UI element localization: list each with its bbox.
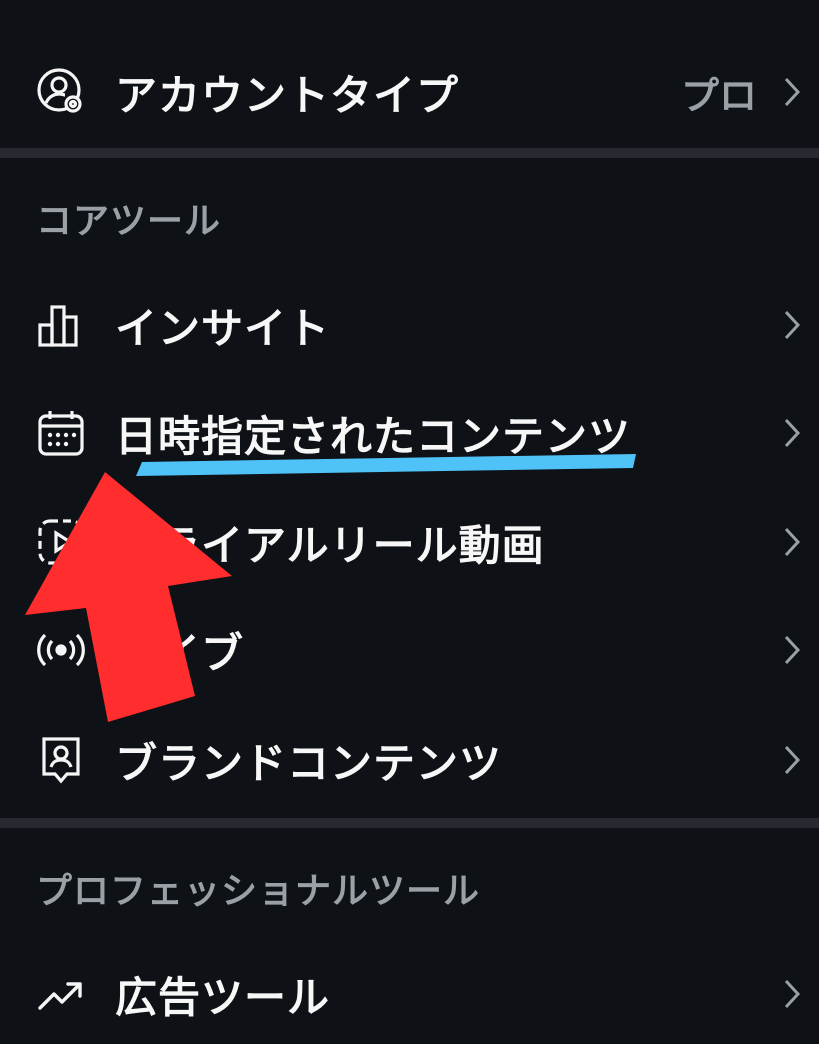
professional-tools-heading: プロフェッショナルツール [36,871,481,912]
menu-item-label: 広告ツール [115,972,331,1022]
red-arrow-annotation [0,470,240,734]
menu-item-label: インサイト [115,303,331,353]
account-type-row[interactable]: アカウントタイプ プロ [0,42,819,142]
chevron-right-icon [781,305,803,345]
chevron-right-icon [781,522,803,562]
chevron-right-icon [781,72,803,112]
branded-content-icon [35,734,87,786]
menu-item-insights[interactable]: インサイト [0,275,819,375]
menu-item-label: ブランドコンテンツ [115,738,503,788]
trending-up-icon [35,968,87,1020]
chevron-right-icon [781,630,803,670]
core-tools-heading: コアツール [36,201,222,242]
calendar-icon [35,407,87,459]
account-type-label: アカウントタイプ [115,70,460,120]
bar-chart-icon [35,299,87,351]
chevron-right-icon [781,740,803,780]
chevron-right-icon [781,413,803,453]
menu-item-ad-tools[interactable]: 広告ツール [0,944,819,1044]
chevron-right-icon [781,974,803,1014]
account-type-value: プロ [680,73,757,118]
section-divider [0,148,819,158]
section-divider [0,818,819,828]
account-settings-icon [35,66,87,118]
